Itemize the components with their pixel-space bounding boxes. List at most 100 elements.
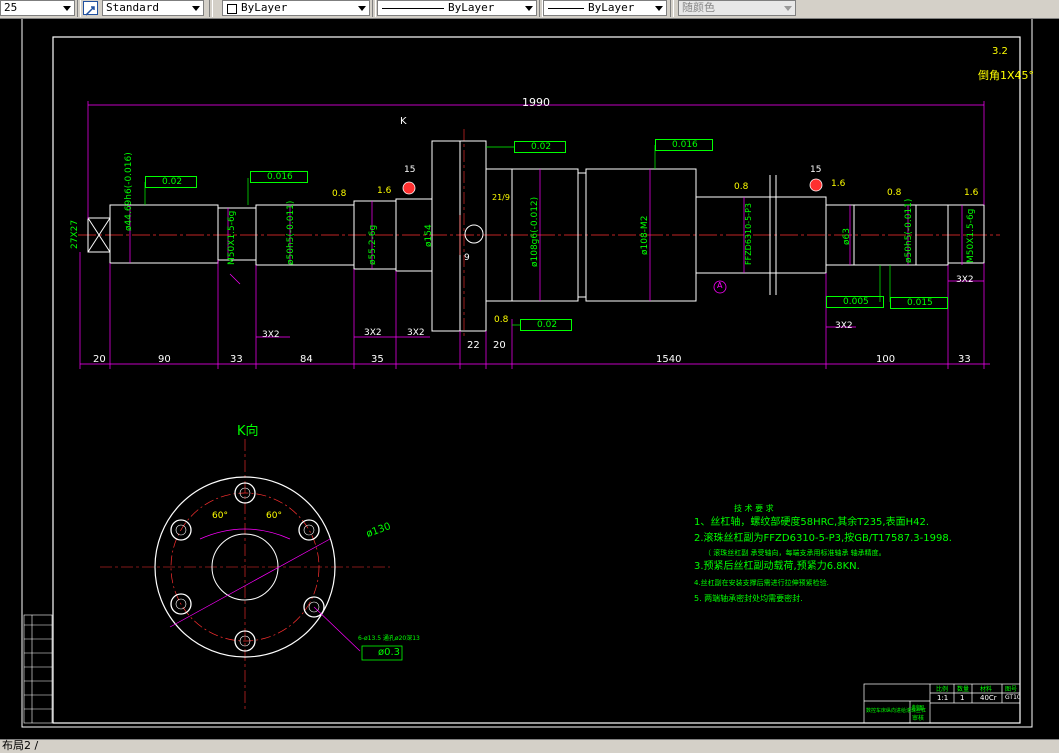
chevron-down-icon[interactable]: [525, 6, 533, 11]
roughness-mark: 0.8: [734, 182, 749, 192]
bottom-dim: 20: [493, 340, 506, 351]
toolbar-separator: [209, 0, 213, 17]
chamfer-note: 倒角1X45°: [978, 69, 1035, 82]
groove-dim: 3X2: [835, 321, 853, 331]
title-block-cell: 制图: [912, 705, 925, 712]
tolerance-frame: 0.016: [655, 139, 713, 151]
chevron-down-icon[interactable]: [358, 6, 366, 11]
diameter-label: FFZD6310-5-P3: [744, 203, 753, 265]
bottom-dim: 22: [467, 340, 480, 351]
scale-combo[interactable]: 25: [0, 0, 75, 16]
tolerance-frame: 0.02: [514, 141, 567, 153]
diameter-label: ø63: [842, 228, 852, 245]
roughness-mark: 0.8: [887, 188, 902, 198]
text-style-value: Standard: [106, 1, 159, 14]
diameter-label: ø154: [424, 224, 434, 247]
title-block-cell: 数量: [957, 686, 970, 693]
bottom-dim: 1540: [656, 354, 682, 365]
groove-dim: 3X2: [407, 328, 425, 338]
k-view-holes-note: 6-ø13.5 通孔ø20深13: [358, 635, 420, 642]
groove-dim: 3X2: [262, 330, 280, 340]
text-style-combo[interactable]: Standard: [102, 0, 204, 16]
toolbar-separator: [372, 0, 376, 17]
plot-style-combo: 随颜色: [678, 0, 796, 16]
roughness-mark: 0.8: [332, 189, 347, 199]
bottom-dim: 35: [371, 354, 384, 365]
roughness-mark: 1.6: [964, 188, 979, 198]
title-block-cell: 1: [960, 694, 965, 702]
bottom-dim: 90: [158, 354, 171, 365]
diameter-label: ø44.69h6(-0.016): [124, 152, 134, 231]
note-item: 5. 两端轴承密封处均需要密封.: [694, 594, 803, 603]
small-dim: 9: [464, 253, 470, 263]
tolerance-frame: 0.02: [520, 319, 573, 331]
overall-length-dim: 1990: [522, 96, 550, 109]
tolerance-frame: 0.015: [890, 297, 948, 309]
bottom-dim: 33: [230, 354, 243, 365]
chevron-down-icon[interactable]: [192, 6, 200, 11]
diameter-label: M50X1.5-6g: [227, 210, 237, 265]
datum-label: A: [717, 281, 723, 290]
technical-notes: 技 术 要 求 1、丝杠轴，螺纹部硬度58HRC,其余T235,表面H42. 2…: [694, 503, 964, 607]
chevron-down-icon: [784, 6, 792, 11]
diameter-label: ø108-M2: [640, 215, 650, 255]
end-square-label: 27X27: [70, 219, 80, 249]
chevron-down-icon[interactable]: [655, 6, 663, 11]
tolerance-frame: 0.016: [250, 171, 308, 183]
line-sample-icon: [382, 8, 444, 9]
toolbar-separator: [670, 0, 674, 17]
bottom-dim: 33: [958, 354, 971, 365]
small-dim: 15: [810, 165, 822, 175]
chevron-down-icon[interactable]: [63, 6, 71, 11]
diameter-label: M50X1.5-6g: [966, 208, 976, 263]
note-item: 3.预紧后丝杠副动载荷,预紧力6.8KN.: [694, 561, 860, 572]
toolbar-separator: [77, 0, 81, 17]
line-sample-icon: [548, 8, 584, 9]
notes-title: 技 术 要 求: [734, 504, 774, 513]
title-block-cell: 审核: [912, 715, 925, 722]
plot-style-value: 随颜色: [682, 1, 715, 14]
note-item: 4.丝杠副在安装支撑后需进行拉伸预紧检验.: [694, 579, 829, 587]
title-block-cell: 材料: [980, 686, 993, 693]
groove-dim: 3X2: [364, 328, 382, 338]
roughness-mark: 0.8: [494, 315, 509, 325]
title-block-cell: GT10: [1005, 694, 1021, 701]
roughness-mark: 1.6: [831, 179, 846, 189]
groove-dim: 3X2: [956, 275, 974, 285]
linetype-value: ByLayer: [448, 1, 495, 14]
diameter-label: ø108g6(-0.012): [530, 196, 540, 267]
title-block-cell: 图号: [1005, 686, 1018, 693]
k-view-title: K向: [237, 424, 259, 439]
k-view-angle: 60°: [266, 511, 282, 521]
layer-combo[interactable]: ByLayer: [222, 0, 370, 16]
k-view-hole-tol: ø0.3: [378, 647, 401, 658]
lineweight-value: ByLayer: [588, 1, 635, 14]
view-arrow-label: K: [400, 116, 407, 127]
tolerance-frame: 0.005: [826, 296, 884, 308]
title-block-cell: 40Cr: [980, 694, 997, 702]
diameter-label: ø55.2-6g: [368, 224, 378, 265]
note-item: 2.滚珠丝杠副为FFZD6310-5-P3,按GB/T17587.3-1998.: [694, 533, 952, 544]
diameter-label: ø50h5(-0.011): [286, 200, 296, 265]
lineweight-combo[interactable]: ByLayer: [543, 0, 667, 16]
tolerance-frame: 0.02: [145, 176, 198, 188]
angle-mark: 21/9: [492, 193, 510, 202]
note-item: 1、丝杠轴，螺纹部硬度58HRC,其余T235,表面H42.: [694, 517, 930, 528]
layout-tab-bar: 布局2 /: [0, 739, 1059, 753]
bottom-dim: 100: [876, 354, 896, 365]
color-swatch-icon: [227, 4, 237, 14]
diameter-label: ø50h5(-0.011): [904, 198, 914, 263]
title-block-cell: 比例: [936, 686, 949, 693]
linetype-combo[interactable]: ByLayer: [377, 0, 537, 16]
bottom-dim: 84: [300, 354, 313, 365]
layer-value: ByLayer: [241, 1, 288, 14]
roughness-top: 3.2: [992, 46, 1008, 57]
roughness-mark: 1.6: [377, 186, 392, 196]
note-item: （ 滚珠丝杠副 承受轴向，每端支承用标准轴承 轴承精度。: [704, 549, 886, 557]
text-style-icon[interactable]: [83, 1, 98, 16]
small-dim: 15: [404, 165, 416, 175]
bottom-dim: 20: [93, 354, 106, 365]
title-block-cell: 1:1: [937, 694, 949, 702]
tab-layout2[interactable]: 布局2 /: [2, 740, 38, 752]
k-view-angle: 60°: [212, 511, 228, 521]
